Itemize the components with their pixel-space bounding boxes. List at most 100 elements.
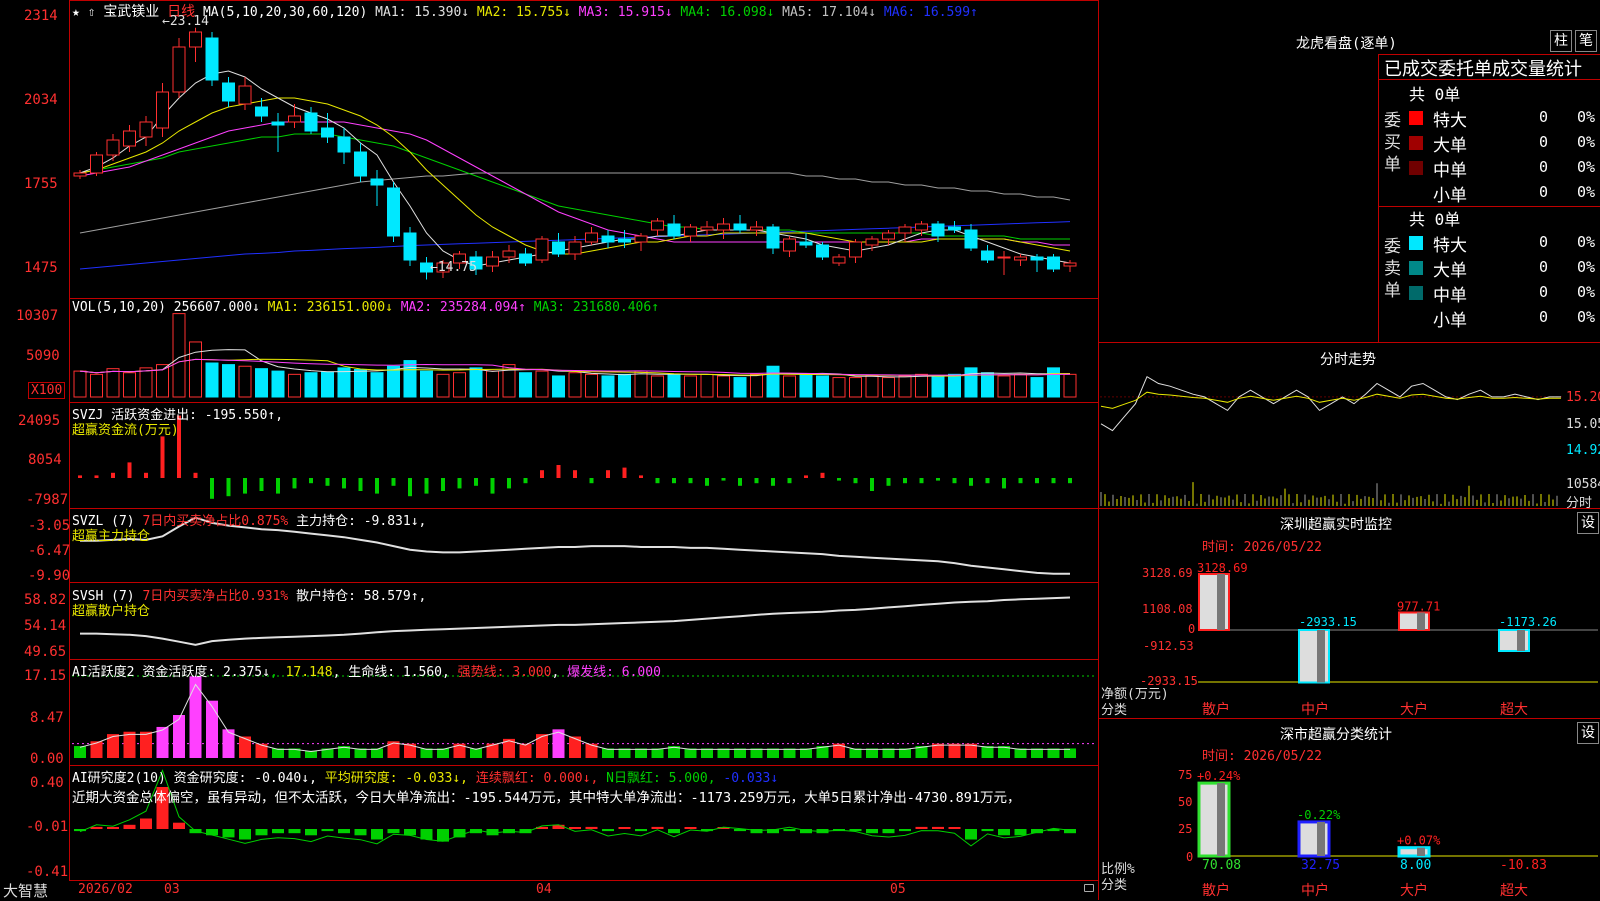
up-arrow-icon[interactable]: ⇧: [88, 5, 96, 20]
volume-bar: [832, 377, 846, 398]
flow-bar: [903, 478, 907, 484]
active-life: 生命线: 1.560: [348, 665, 443, 680]
buy-l-name: 大单: [1433, 136, 1467, 156]
flow-bar: [820, 472, 825, 478]
class-stat-chart[interactable]: +0.24% -0.22% +0.07%: [1197, 769, 1598, 858]
sz-bar-shade: [1417, 612, 1425, 630]
flow-bar: [936, 478, 940, 481]
sell-xl-count: 0: [1539, 233, 1549, 251]
vol-ma3: MA3: 231680.406↑: [533, 300, 660, 315]
tick-mode-button[interactable]: 笔: [1575, 30, 1597, 52]
class-time: 时间: 2026/05/22: [1202, 749, 1322, 764]
flow-bar: [210, 478, 214, 499]
vol-params: VOL(5,10,20): [72, 300, 166, 315]
bar-mode-button[interactable]: 柱: [1550, 30, 1572, 52]
candle-body: [370, 178, 384, 186]
svzj-panel[interactable]: [78, 415, 1072, 499]
flow-bar: [589, 478, 594, 484]
svsh-tick-1: 58.82: [24, 592, 67, 608]
sell-row-l: 大单 0 0%: [1409, 256, 1600, 281]
sell-row-m: 中单 0 0%: [1409, 281, 1600, 306]
research-value: 资金研究度: -0.040↓,: [173, 771, 317, 786]
flow-bar: [391, 478, 396, 486]
volume-bar: [849, 377, 862, 398]
sz-settings-button[interactable]: 设: [1577, 512, 1599, 534]
sell-row-xl: 特大 0 0%: [1409, 231, 1600, 256]
candle-body: [552, 241, 565, 255]
research-bar: [140, 818, 152, 829]
low-price-value: 14.75: [437, 260, 477, 275]
flow-bar: [160, 436, 165, 478]
candle-body: [288, 115, 301, 123]
flow-bar: [672, 478, 676, 484]
active-tick-2: 8.47: [30, 710, 64, 726]
volume-bar: [733, 377, 747, 398]
flow-bar: [457, 478, 462, 489]
svsh-panel[interactable]: [80, 596, 1071, 646]
volume-bar: [189, 341, 202, 398]
volume-bar: [321, 371, 334, 398]
sell-m-count: 0: [1539, 283, 1549, 301]
research-bar: [420, 829, 433, 840]
ma4-value: MA4: 16.098↓: [680, 5, 775, 20]
research-name: AI研究度2(10): [72, 771, 166, 786]
star-icon[interactable]: ★: [72, 5, 80, 20]
buy-s-pct: 0%: [1577, 183, 1596, 201]
candle-body: [915, 223, 928, 231]
candle-body: [271, 121, 285, 126]
candle-body: [304, 112, 318, 132]
candle-body: [733, 223, 747, 231]
candle-body: [387, 187, 400, 237]
class-settings-button[interactable]: 设: [1577, 722, 1599, 744]
research-bar: [1014, 829, 1027, 836]
intraday-chart[interactable]: [1100, 375, 1562, 506]
flow-bar: [573, 470, 577, 478]
price-panel[interactable]: [73, 27, 1077, 280]
flow-bar: [622, 467, 627, 478]
volume-bar: [255, 368, 268, 398]
buy-s-name: 小单: [1433, 186, 1467, 206]
sell-xl-pct: 0%: [1577, 233, 1596, 251]
class-category-label: 分类: [1101, 878, 1128, 893]
flow-bar: [738, 478, 742, 486]
chart-canvas[interactable]: 3128.69 -2933.15 977.71 -1173.26 +0.24% -0.2…: [0, 0, 1600, 900]
research-avg: 平均研究度: -0.033↓,: [324, 771, 469, 786]
active-header: AI活跃度2 资金活跃度: 2.375↓, 17.148, 生命线: 1.560…: [72, 665, 661, 680]
research-bar: [998, 829, 1010, 836]
panel-frames: [69, 0, 1600, 900]
candle-body: [700, 226, 714, 231]
ai-active-panel[interactable]: [72, 675, 1096, 758]
research-red: 连续飘红: 0.000↓,: [475, 771, 599, 786]
flow-bar: [655, 478, 660, 484]
class-val-2: 32.75: [1301, 858, 1341, 873]
research-header: AI研究度2(10) 资金研究度: -0.040↓, 平均研究度: -0.033…: [72, 767, 778, 786]
volume-bar: [651, 375, 664, 398]
volume-bar: [717, 375, 730, 398]
intraday-title: 分时走势: [1320, 352, 1376, 368]
buy-xl-name: 特大: [1433, 111, 1467, 131]
volume-panel[interactable]: [73, 313, 1077, 398]
lock-icon[interactable]: [1084, 884, 1094, 892]
activity-bar: [140, 731, 152, 758]
intraday-price-line: [1100, 375, 1561, 432]
sz-monitor-chart[interactable]: 3128.69 -2933.15 977.71 -1173.26: [1197, 561, 1598, 684]
flow-bar: [688, 478, 693, 484]
volume-bar: [568, 372, 582, 398]
research-bar: [635, 829, 647, 832]
candle-body: [123, 130, 136, 147]
candle-body: [898, 226, 912, 234]
research-bar: [783, 829, 796, 832]
research-bar: [618, 827, 631, 829]
brand-label[interactable]: 大智慧: [3, 880, 48, 901]
ma1-value: MA1: 15.390↓: [375, 5, 470, 20]
svsh-value: 散户持仓: 58.579↑,: [296, 589, 427, 604]
vol-header: VOL(5,10,20) 256607.000↓ MA1: 236151.000…: [72, 300, 659, 315]
candle-body: [601, 235, 615, 243]
volume-bar: [816, 375, 829, 398]
volume-bar: [750, 373, 763, 398]
class-tick-2: 50: [1178, 795, 1193, 809]
vol-tick-1: 10307: [16, 308, 59, 324]
volume-bar: [997, 375, 1011, 398]
candle-body: [766, 226, 780, 249]
svzl-value: 主力持仓: -9.831↓,: [296, 514, 427, 529]
